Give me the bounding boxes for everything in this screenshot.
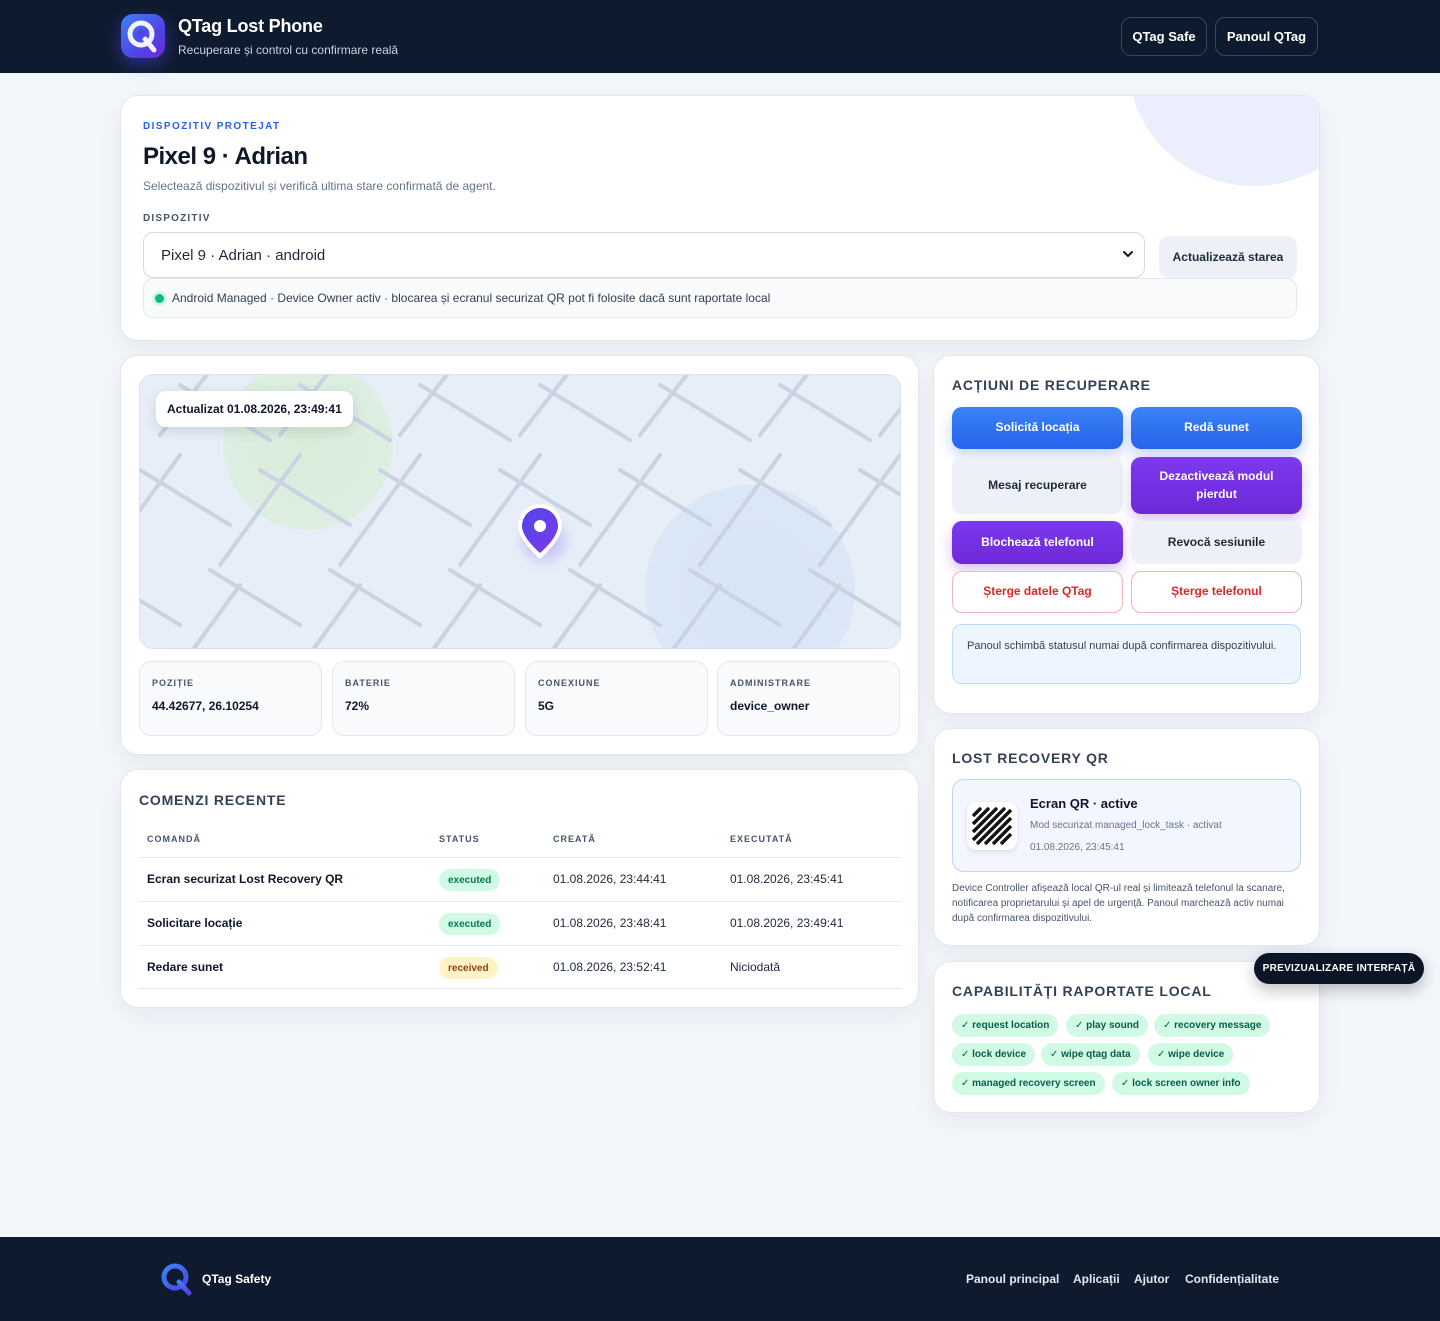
app-title: QTag Lost Phone <box>178 16 323 36</box>
capability-chip: ✓ wipe qtag data <box>1041 1043 1140 1066</box>
request-location-button[interactable]: Solicită locația <box>952 407 1123 449</box>
stat-position-value: 44.42677, 26.10254 <box>152 699 259 713</box>
table-row: Ecran securizat Lost Recovery QR execute… <box>139 857 901 901</box>
nav-qtag-safe-button[interactable]: QTag Safe <box>1121 17 1207 56</box>
chevron-down-icon <box>1123 251 1133 257</box>
map-updated-tooltip: Actualizat 01.08.2026, 23:49:41 <box>156 391 353 427</box>
app-logo-icon[interactable] <box>121 14 165 58</box>
stat-battery: BATERIE 72% <box>332 661 515 736</box>
location-map[interactable]: Actualizat 01.08.2026, 23:49:41 <box>139 374 901 649</box>
recovery-message-button[interactable]: Mesaj recuperare <box>952 457 1123 514</box>
status-badge: executed <box>439 869 501 891</box>
footer-link-privacy[interactable]: Confidențialitate <box>1185 1272 1279 1286</box>
capability-chip: ✓ lock device <box>952 1043 1036 1066</box>
confirmation-notice: Panoul schimbă statusul numai după confi… <box>952 624 1301 684</box>
created-time: 01.08.2026, 23:44:41 <box>553 872 667 886</box>
status-badge: executed <box>439 913 501 935</box>
command-name: Ecran securizat Lost Recovery QR <box>147 872 344 886</box>
stat-connection-value: 5G <box>538 699 555 713</box>
stat-connection-label: CONEXIUNE <box>538 678 601 688</box>
column-header-status: STATUS <box>439 834 480 844</box>
footer-link-main-panel[interactable]: Panoul principal <box>966 1272 1059 1286</box>
device-status-text: Android Managed · Device Owner activ · b… <box>172 291 771 305</box>
stat-position: POZIȚIE 44.42677, 26.10254 <box>139 661 322 736</box>
qr-status-box: Ecran QR · active Mod securizat managed_… <box>952 779 1301 872</box>
footer: QTag Safety Panoul principal Aplicații A… <box>0 1237 1440 1321</box>
map-pin-icon[interactable] <box>502 495 578 575</box>
recent-commands-card: COMENZI RECENTE COMANDĂ STATUS CREATĂ EX… <box>120 769 919 1008</box>
device-select[interactable]: Pixel 9 · Adrian · android <box>143 232 1145 278</box>
footer-link-help[interactable]: Ajutor <box>1134 1272 1169 1286</box>
capability-chip: ✓ request location <box>952 1014 1059 1037</box>
map-card: Actualizat 01.08.2026, 23:49:41 POZIȚIE … <box>120 355 919 755</box>
qr-screen-title: Ecran QR · active <box>1030 796 1138 811</box>
stat-administration: ADMINISTRARE device_owner <box>717 661 900 736</box>
device-select-value: Pixel 9 · Adrian · android <box>161 246 326 264</box>
capabilities-card: CAPABILITĂȚI RAPORTATE LOCAL ✓ request l… <box>933 961 1320 1113</box>
device-name: Pixel 9 · Adrian <box>143 143 308 170</box>
status-dot-icon <box>155 294 164 303</box>
executed-time: 01.08.2026, 23:49:41 <box>730 916 844 930</box>
qr-mode-text: Mod securizat managed_lock_task · activa… <box>1030 820 1222 831</box>
wipe-phone-button[interactable]: Șterge telefonul <box>1131 571 1302 613</box>
table-row: Redare sunet received 01.08.2026, 23:52:… <box>139 945 901 989</box>
stat-administration-value: device_owner <box>730 699 810 713</box>
wipe-qtag-data-button[interactable]: Șterge datele QTag <box>952 571 1123 613</box>
column-header-created: CREATĂ <box>553 834 596 844</box>
qr-description: Device Controller afișează local QR-ul r… <box>952 883 1285 924</box>
stat-battery-label: BATERIE <box>345 678 391 688</box>
stat-administration-label: ADMINISTRARE <box>730 678 811 688</box>
device-description: Selectează dispozitivul și verifică ulti… <box>143 179 496 193</box>
device-eyebrow: DISPOZITIV PROTEJAT <box>143 121 281 132</box>
nav-qtag-panel-button[interactable]: Panoul QTag <box>1215 17 1318 56</box>
executed-time: 01.08.2026, 23:45:41 <box>730 872 844 886</box>
stat-connection: CONEXIUNE 5G <box>525 661 708 736</box>
app-logo-icon[interactable] <box>159 1261 195 1297</box>
capability-chip: ✓ managed recovery screen <box>952 1072 1105 1095</box>
refresh-status-button[interactable]: Actualizează starea <box>1159 236 1297 278</box>
qr-timestamp: 01.08.2026, 23:45:41 <box>1030 842 1125 853</box>
qr-code-icon <box>967 802 1017 850</box>
recovery-actions-title: ACȚIUNI DE RECUPERARE <box>952 377 1151 393</box>
capability-chip: ✓ wipe device <box>1148 1043 1234 1066</box>
status-badge: received <box>439 957 498 979</box>
disable-lost-mode-button[interactable]: Dezactivează modul pierdut <box>1131 457 1302 514</box>
device-select-label: DISPOZITIV <box>143 213 211 224</box>
device-card: DISPOZITIV PROTEJAT Pixel 9 · Adrian Sel… <box>120 95 1320 341</box>
column-header-command: COMANDĂ <box>147 834 201 844</box>
revoke-sessions-button[interactable]: Revocă sesiunile <box>1131 521 1302 564</box>
footer-link-apps[interactable]: Aplicații <box>1073 1272 1120 1286</box>
stat-position-label: POZIȚIE <box>152 678 195 688</box>
lock-phone-button[interactable]: Blochează telefonul <box>952 521 1123 564</box>
command-name: Solicitare locație <box>147 916 243 930</box>
created-time: 01.08.2026, 23:48:41 <box>553 916 667 930</box>
lost-recovery-qr-title: LOST RECOVERY QR <box>952 750 1109 766</box>
capability-chip: ✓ lock screen owner info <box>1112 1072 1250 1095</box>
recovery-actions-card: ACȚIUNI DE RECUPERARE Solicită locația R… <box>933 355 1320 714</box>
app-subtitle: Recuperare și control cu confirmare real… <box>178 43 399 57</box>
lost-recovery-qr-card: LOST RECOVERY QR Ecran QR · active Mod s… <box>933 728 1320 946</box>
capability-chip: ✓ play sound <box>1066 1014 1148 1037</box>
play-sound-button[interactable]: Redă sunet <box>1131 407 1302 449</box>
executed-time: Niciodată <box>730 960 781 974</box>
device-status-line: Android Managed · Device Owner activ · b… <box>143 278 1297 318</box>
table-row: Solicitare locație executed 01.08.2026, … <box>139 901 901 945</box>
recent-commands-title: COMENZI RECENTE <box>139 792 287 808</box>
top-bar: QTag Lost Phone Recuperare și control cu… <box>0 0 1440 73</box>
column-header-executed: EXECUTATĂ <box>730 834 793 844</box>
decorative-circle <box>1129 96 1319 186</box>
preview-interface-badge[interactable]: PREVIZUALIZARE INTERFAȚĂ <box>1254 953 1424 984</box>
capability-chip: ✓ recovery message <box>1154 1014 1271 1037</box>
capabilities-title: CAPABILITĂȚI RAPORTATE LOCAL <box>952 983 1212 999</box>
command-name: Redare sunet <box>147 960 224 974</box>
created-time: 01.08.2026, 23:52:41 <box>553 960 667 974</box>
footer-brand: QTag Safety <box>202 1272 272 1286</box>
stat-battery-value: 72% <box>345 699 370 713</box>
